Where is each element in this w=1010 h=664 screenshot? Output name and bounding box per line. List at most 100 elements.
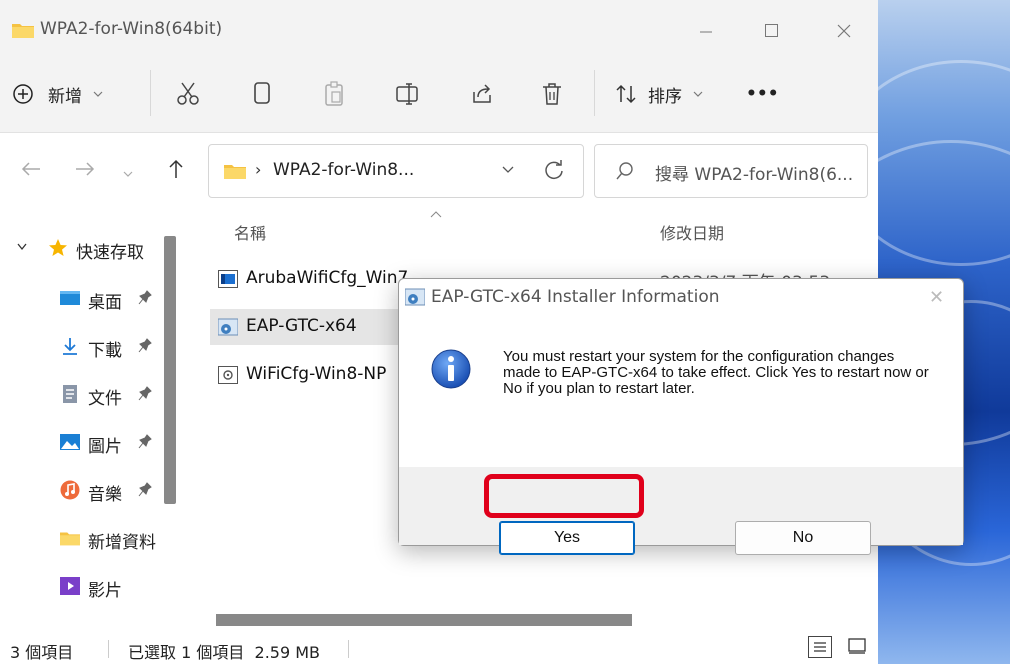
toolbar-divider [150, 70, 151, 116]
file-name: EAP-GTC-x64 [246, 316, 357, 336]
breadcrumb: WPA2-for-Win8... [273, 160, 415, 180]
sidebar-item-label: 下載 [88, 341, 122, 361]
folder-icon [12, 24, 34, 38]
column-header-date[interactable]: 修改日期 [660, 220, 724, 244]
details-view-button[interactable] [808, 636, 832, 658]
status-divider [348, 640, 349, 658]
pin-icon [138, 290, 152, 305]
video-icon [60, 577, 80, 595]
info-icon [431, 349, 471, 389]
cut-button[interactable] [174, 80, 202, 108]
sidebar-item-label: 桌面 [88, 293, 122, 313]
file-name: WiFiCfg-Win8-NP [246, 364, 387, 384]
music-icon [60, 480, 80, 500]
selection-info: 已選取 1 個項目 2.59 MB [128, 643, 321, 662]
search-box[interactable]: 搜尋 WPA2-for-Win8(6... [594, 144, 868, 198]
sort-up-icon [430, 211, 442, 218]
sort-label: 排序 [648, 86, 682, 107]
maximize-button[interactable] [752, 14, 792, 48]
sidebar-item-pictures[interactable]: 圖片 [0, 422, 178, 462]
address-bar[interactable]: › WPA2-for-Win8... [208, 144, 584, 198]
forward-button[interactable] [74, 160, 96, 182]
scissors-icon [177, 82, 199, 105]
sidebar-item-music[interactable]: 音樂 [0, 470, 178, 510]
chevron-down-icon[interactable] [501, 165, 515, 175]
share-button[interactable] [468, 80, 496, 108]
refresh-icon[interactable] [543, 159, 565, 181]
pin-icon [138, 434, 152, 449]
more-label: ••• [746, 84, 779, 104]
chevron-down-icon [17, 243, 27, 251]
sidebar-item-label: 新增資料 [88, 533, 156, 553]
pictures-icon [60, 434, 80, 450]
sort-icon [616, 84, 636, 104]
share-icon [473, 84, 491, 103]
recent-locations-button[interactable] [122, 164, 134, 183]
close-button[interactable] [824, 14, 864, 48]
application-icon [218, 270, 238, 288]
copy-button[interactable] [248, 80, 276, 108]
sidebar-scrollbar[interactable] [164, 236, 176, 504]
sidebar-item-desktop[interactable]: 桌面 [0, 278, 178, 318]
yes-button-highlight [484, 474, 644, 518]
chevron-down-icon [693, 91, 703, 97]
dialog-title-bar: EAP-GTC-x64 Installer Information ✕ [399, 279, 963, 317]
sidebar-item-quick-access[interactable]: 快速存取 [0, 228, 178, 268]
minimize-button[interactable] [686, 14, 726, 48]
paste-button[interactable] [320, 80, 348, 108]
delete-button[interactable] [538, 80, 566, 108]
sidebar-item-videos[interactable]: 影片 [0, 566, 178, 606]
list-item[interactable]: EAP-GTC-x64 [210, 309, 410, 345]
folder-icon [224, 165, 246, 179]
paste-icon [325, 81, 343, 106]
column-header-name[interactable]: 名稱 [234, 220, 266, 244]
no-button[interactable]: No [735, 521, 871, 555]
back-button[interactable] [20, 160, 42, 182]
breadcrumb-separator: › [255, 160, 262, 179]
dialog-close-button[interactable]: ✕ [929, 287, 944, 308]
copy-icon [254, 82, 270, 104]
command-bar: 新增 排序 ••• [0, 58, 878, 133]
dialog-title: EAP-GTC-x64 Installer Information [431, 287, 720, 307]
new-button[interactable]: 新增 [12, 80, 104, 108]
more-options-button[interactable]: ••• [746, 80, 779, 108]
rename-button[interactable] [394, 80, 422, 108]
title-bar: WPA2-for-Win8(64bit) [0, 0, 878, 58]
search-input[interactable]: 搜尋 WPA2-for-Win8(6... [655, 160, 853, 185]
desktop-icon [60, 291, 80, 305]
file-name: ArubaWifiCfg_Win7 [246, 268, 409, 288]
sidebar-item-documents[interactable]: 文件 [0, 374, 178, 414]
close-icon [837, 24, 851, 38]
sidebar-item-label: 圖片 [88, 437, 122, 457]
pin-icon [138, 386, 152, 401]
maximize-icon [765, 24, 778, 37]
sidebar-item-label: 快速存取 [76, 243, 144, 263]
minimize-icon [700, 31, 712, 33]
status-bar: 3 個項目 已選取 1 個項目 2.59 MB [0, 632, 878, 664]
tiles-view-icon [848, 638, 866, 654]
chevron-down-icon [93, 91, 103, 97]
star-icon [49, 239, 67, 256]
horizontal-scrollbar[interactable] [216, 614, 632, 626]
settings-file-icon [218, 366, 238, 384]
trash-icon [543, 83, 561, 105]
installer-dialog: EAP-GTC-x64 Installer Information ✕ You … [398, 278, 964, 555]
installer-icon [405, 288, 425, 306]
yes-button[interactable]: Yes [499, 521, 635, 555]
sidebar-item-new-folder[interactable]: 新增資料 [0, 518, 178, 558]
folder-icon [60, 532, 80, 546]
sidebar-item-label: 音樂 [88, 485, 122, 505]
sidebar-item-label: 文件 [88, 389, 122, 409]
plus-circle-icon [13, 84, 33, 104]
sidebar-item-downloads[interactable]: 下載 [0, 326, 178, 366]
list-view-icon [814, 642, 826, 652]
window-title: WPA2-for-Win8(64bit) [40, 19, 223, 39]
chevron-down-icon [123, 171, 133, 177]
arrow-up-icon [169, 159, 183, 178]
up-button[interactable] [166, 158, 186, 184]
tiles-view-button[interactable] [846, 636, 868, 656]
document-icon [63, 385, 77, 403]
dialog-message: You must restart your system for the con… [503, 348, 929, 397]
sort-button[interactable]: 排序 [614, 80, 704, 108]
status-divider [108, 640, 109, 658]
